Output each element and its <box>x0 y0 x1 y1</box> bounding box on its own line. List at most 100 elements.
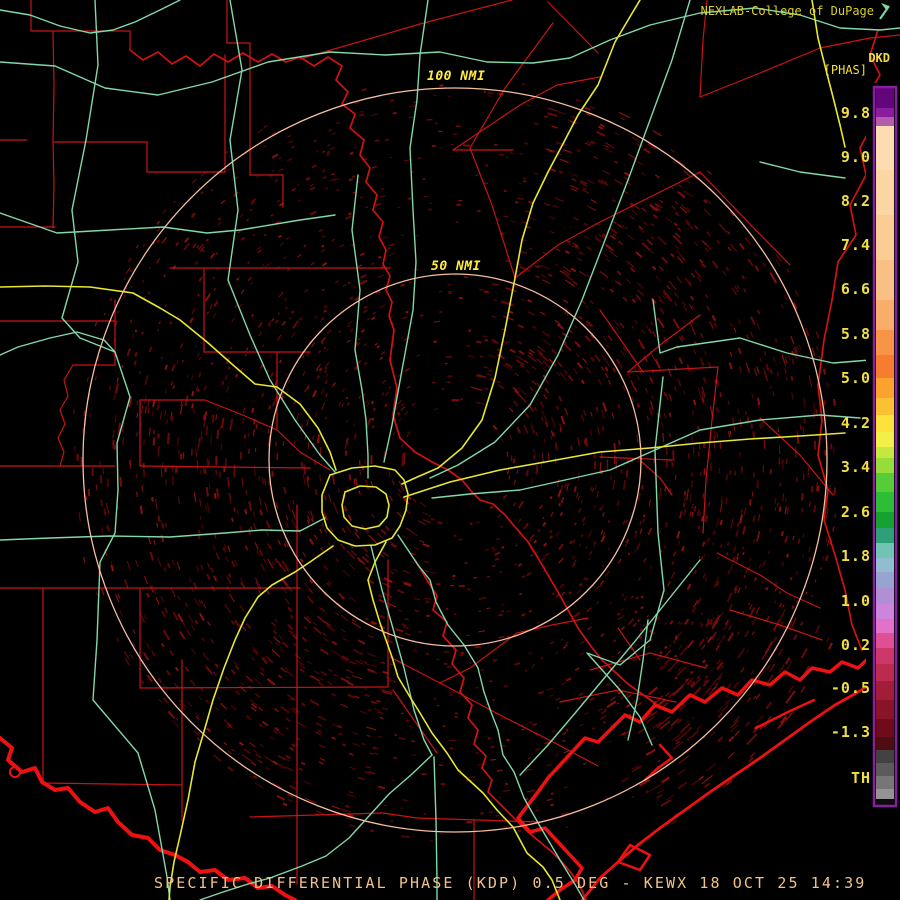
colorbar-segment <box>876 398 894 415</box>
colorbar-segment <box>876 260 894 300</box>
colorbar-segment <box>876 619 894 633</box>
colorbar-segment <box>876 588 894 604</box>
county-line <box>469 22 554 149</box>
county-line <box>42 782 183 786</box>
colorbar-scale-label: 5.8 <box>841 325 871 343</box>
radar-viewer: 50 NMI 100 NMI 9.8 9.0 8.2 7.4 6.6 5.8 5.0 4.2 3.… <box>0 0 900 900</box>
highways-layer <box>0 0 900 900</box>
interstates-layer <box>0 0 846 900</box>
colorbar-scale-label: -0.5 <box>831 679 871 697</box>
colorbar-segment <box>876 108 894 117</box>
colorbar-scale-label: 1.8 <box>841 547 871 565</box>
colorbar-segment <box>876 700 894 719</box>
county-lines-layer <box>0 0 900 900</box>
interstate-line <box>168 545 334 900</box>
colorbar-segment <box>876 215 894 260</box>
colorbar-segment <box>876 330 894 355</box>
product-code-label: DKD <box>868 51 890 65</box>
county-line <box>389 617 589 684</box>
colorbar-segment <box>876 681 894 700</box>
county-line <box>204 399 278 431</box>
county-line <box>716 552 821 609</box>
colorbar-segment <box>876 648 894 664</box>
colorbar-scale-label: 2.6 <box>841 503 871 521</box>
colorbar-scale-label: 9.8 <box>841 104 871 122</box>
colorbar-scale-label: 7.4 <box>841 236 871 254</box>
colorbar-segment <box>876 447 894 458</box>
kdp-speckle <box>110 84 833 824</box>
colorbar-segment <box>876 432 894 447</box>
range-rings-layer <box>82 87 828 833</box>
colorbar-segment <box>876 776 894 789</box>
colorbar-segment <box>876 512 894 528</box>
radar-map: 50 NMI 100 NMI 9.8 9.0 8.2 7.4 6.6 5.8 5.0 4.2 3.… <box>0 0 900 900</box>
colorbar-segment <box>876 300 894 330</box>
colorbar-segment <box>876 750 894 763</box>
colorbar-segment <box>876 473 894 492</box>
colorbar-scale-label: 5.0 <box>841 369 871 387</box>
kdp-speckle-layer <box>72 76 837 842</box>
colorbar-segment <box>876 117 894 126</box>
range-ring-label: 100 NMI <box>427 69 485 84</box>
colorbar-segment <box>876 87 894 108</box>
county-line <box>702 366 719 534</box>
colorbar-segment <box>876 355 894 378</box>
colorbar-scale-label: -1.3 <box>831 723 871 741</box>
county-line <box>52 141 55 229</box>
colorbar-scale-label: 3.4 <box>841 458 871 476</box>
colorbar-segment <box>876 126 894 170</box>
kdp-speckle <box>80 90 836 807</box>
colorbar-segment <box>876 572 894 588</box>
county-line <box>699 171 791 266</box>
kdp-speckle <box>98 113 833 794</box>
colorbar-segment <box>876 528 894 543</box>
colorbar-segment <box>876 170 894 215</box>
colorbar-segment <box>876 633 894 648</box>
colorbar-segment <box>876 789 894 799</box>
colorbar-segment <box>876 604 894 619</box>
product-caption: SPECIFIC DIFFERENTIAL PHASE (KDP) 0.5 DE… <box>154 874 867 892</box>
weather-flag-icon <box>879 3 890 20</box>
colorbar-segment <box>876 664 894 681</box>
colorbar-scale-label: 6.6 <box>841 280 871 298</box>
highway-line <box>61 0 171 900</box>
county-line <box>627 314 701 373</box>
colorbar-scale-label: TH <box>851 769 871 787</box>
county-line <box>249 812 541 823</box>
colorbar-segment <box>876 378 894 398</box>
colorbar-scale-label: 1.0 <box>841 592 871 610</box>
colorbar-segment <box>876 763 894 776</box>
colorbar-segment <box>876 543 894 558</box>
kdp-speckle <box>82 111 835 810</box>
colorbar-segment <box>876 492 894 512</box>
app-title: NEXLAB-College of DuPage <box>700 4 874 18</box>
highway-line <box>0 0 181 34</box>
product-units-label: [PHAS] <box>823 63 867 77</box>
range-ring-labels: 50 NMI 100 NMI <box>421 66 491 274</box>
highway-line <box>759 161 846 179</box>
county-line <box>759 417 834 496</box>
bay-shore <box>643 743 674 782</box>
interstate-line <box>367 541 561 900</box>
coastline-layer <box>0 650 900 900</box>
county-line <box>589 652 707 671</box>
colorbar-scale-label: 4.2 <box>841 414 871 432</box>
colorbar-segment <box>876 737 894 750</box>
county-line <box>599 309 644 373</box>
county-line <box>392 689 438 754</box>
range-ring-label: 50 NMI <box>431 259 481 274</box>
colorbar-scale-label: 8.2 <box>841 192 871 210</box>
colorbar-scale-label: 9.0 <box>841 148 871 166</box>
colorbar-segment <box>876 719 894 737</box>
kdp-speckle <box>74 76 835 842</box>
colorbar-segment <box>876 458 894 473</box>
rivers-layer <box>129 29 881 900</box>
highway-line <box>351 174 369 479</box>
county-line <box>299 0 513 60</box>
county-line <box>547 1 599 54</box>
highway-line <box>0 331 116 356</box>
highway-line <box>0 517 326 541</box>
county-line <box>57 364 74 467</box>
county-line <box>52 30 55 143</box>
colorbar-segment <box>876 558 894 572</box>
